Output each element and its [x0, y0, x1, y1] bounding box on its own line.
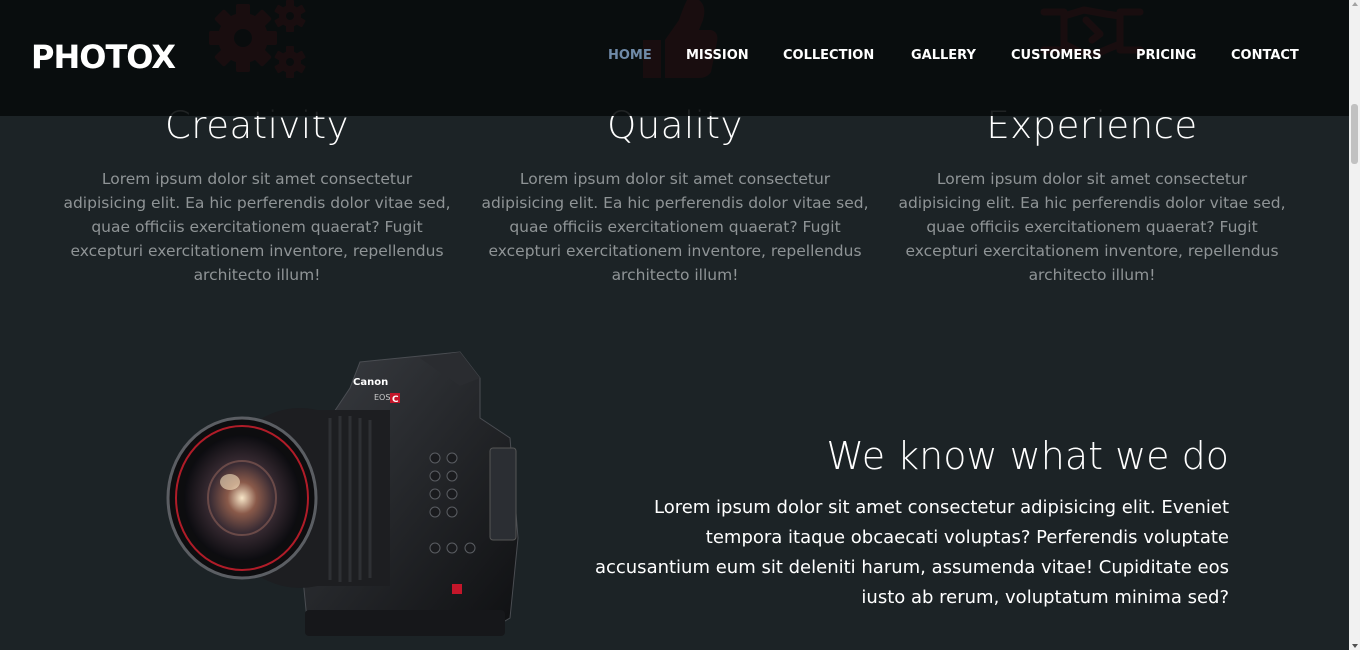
camera-brand-label: Canon — [353, 377, 388, 388]
about-title: We know what we do — [826, 434, 1229, 478]
camera-image: Canon EOS C — [166, 351, 519, 636]
nav-pricing[interactable]: PRICING — [1136, 48, 1196, 63]
nav-gallery[interactable]: GALLERY — [911, 48, 976, 63]
about-description: Lorem ipsum dolor sit amet consectetur a… — [594, 497, 1229, 608]
nav-mission[interactable]: MISSION — [686, 48, 749, 63]
scroll-down-arrow-icon[interactable] — [1352, 644, 1358, 648]
scroll-up-arrow-icon[interactable] — [1352, 2, 1358, 6]
page-scrollbar[interactable] — [1349, 0, 1360, 650]
scrollbar-thumb[interactable] — [1351, 104, 1358, 164]
camera-model-label: EOS — [374, 393, 390, 402]
feature-description: Lorem ipsum dolor sit amet consectetur a… — [898, 170, 1286, 284]
navbar: PHOTOX HOME MISSION COLLECTION GALLERY C… — [0, 0, 1349, 116]
feature-description: Lorem ipsum dolor sit amet consectetur a… — [63, 170, 451, 284]
feature-description: Lorem ipsum dolor sit amet consectetur a… — [481, 170, 869, 284]
nav-collection[interactable]: COLLECTION — [783, 48, 874, 63]
brand-logo[interactable]: PHOTOX — [31, 38, 176, 76]
nav-contact[interactable]: CONTACT — [1231, 48, 1299, 63]
nav-home[interactable]: HOME — [608, 48, 652, 63]
camera-badge-label: C — [392, 395, 399, 405]
nav-customers[interactable]: CUSTOMERS — [1011, 48, 1102, 63]
